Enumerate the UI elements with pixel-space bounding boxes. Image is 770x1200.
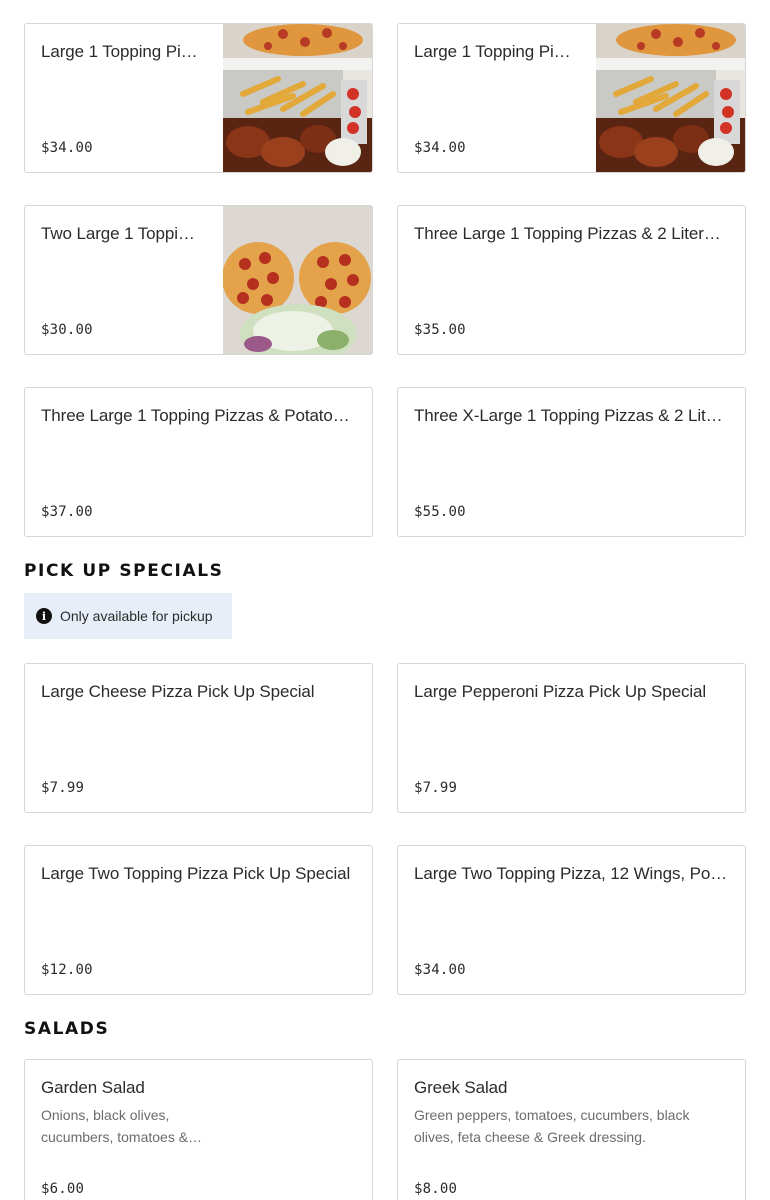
notice-text: Only available for pickup [60,608,213,624]
section-heading-salads: SALADS [24,1019,110,1039]
card-body: Two Large 1 Topping… [41,222,204,338]
item-price: $34.00 [414,140,466,156]
salads-grid: Garden Salad Onions, black olives, cucum… [24,1059,746,1200]
pizza-fries-wings-photo [223,24,372,172]
card-body: Large 1 Topping Pizz… [414,40,577,156]
section-heading-pickup-specials: PICK UP SPECIALS [24,561,224,581]
menu-item-card[interactable]: Greek Salad Green peppers, tomatoes, cuc… [397,1059,746,1200]
item-title: Greek Salad [414,1078,508,1097]
menu-item-card[interactable]: Large Cheese Pizza Pick Up Special $7.99 [24,663,373,813]
item-title: Two Large 1 Topping… [41,224,204,243]
item-price: $30.00 [41,322,93,338]
item-price: $34.00 [414,962,466,978]
card-body: Large Cheese Pizza Pick Up Special [41,680,356,796]
item-title: Large Two Topping Pizza, 12 Wings, Potat… [414,864,729,883]
combos-grid: Large 1 Topping Pizz… $34.00 Large 1 Top… [24,23,746,537]
item-title: Three X-Large 1 Topping Pizzas & 2 Liter… [414,406,729,425]
menu-item-card[interactable]: Three X-Large 1 Topping Pizzas & 2 Liter… [397,387,746,537]
item-price: $6.00 [41,1181,85,1197]
item-title: Large Two Topping Pizza Pick Up Special [41,864,351,883]
item-title: Three Large 1 Topping Pizzas & Potato… [41,406,350,425]
item-price: $12.00 [41,962,93,978]
menu-item-card[interactable]: Three Large 1 Topping Pizzas & 2 Liter… … [397,205,746,355]
menu-item-card[interactable]: Two Large 1 Topping… $30.00 [24,205,373,355]
menu-item-card[interactable]: Large Two Topping Pizza Pick Up Special … [24,845,373,995]
info-icon: i [36,608,52,624]
card-body: Three X-Large 1 Topping Pizzas & 2 Liter… [414,404,729,520]
item-price: $55.00 [414,504,466,520]
card-body: Large Two Topping Pizza, 12 Wings, Potat… [414,862,729,978]
card-body: Greek Salad Green peppers, tomatoes, cuc… [414,1076,709,1200]
menu-item-card[interactable]: Three Large 1 Topping Pizzas & Potato… $… [24,387,373,537]
menu-item-card[interactable]: Large 1 Topping Pizz… $34.00 [24,23,373,173]
item-price: $8.00 [414,1181,458,1197]
card-body: Large Two Topping Pizza Pick Up Special [41,862,356,978]
pizza-fries-wings-photo [596,24,745,172]
item-title: Garden Salad [41,1078,145,1097]
menu-item-card[interactable]: Large Pepperoni Pizza Pick Up Special $7… [397,663,746,813]
item-price: $35.00 [414,322,466,338]
item-price: $37.00 [41,504,93,520]
menu-item-card[interactable]: Garden Salad Onions, black olives, cucum… [24,1059,373,1200]
menu-item-card[interactable]: Large 1 Topping Pizz… $34.00 [397,23,746,173]
card-body: Three Large 1 Topping Pizzas & 2 Liter… [414,222,729,338]
item-price: $7.99 [41,780,85,796]
card-body: Large Pepperoni Pizza Pick Up Special [414,680,729,796]
card-body: Three Large 1 Topping Pizzas & Potato… [41,404,356,520]
pickup-only-notice: i Only available for pickup [24,593,232,639]
item-title: Three Large 1 Topping Pizzas & 2 Liter… [414,224,721,243]
card-body: Large 1 Topping Pizz… [41,40,204,156]
item-title: Large 1 Topping Pizz… [414,42,577,61]
pickup-specials-grid: Large Cheese Pizza Pick Up Special $7.99… [24,663,746,995]
item-price: $7.99 [414,780,458,796]
item-title: Large 1 Topping Pizz… [41,42,204,61]
item-description: Onions, black olives, cucumbers, tomatoe… [41,1107,203,1145]
item-title: Large Cheese Pizza Pick Up Special [41,682,315,701]
item-title: Large Pepperoni Pizza Pick Up Special [414,682,707,701]
two-pizzas-salad-photo [223,206,372,354]
item-description: Green peppers, tomatoes, cucumbers, blac… [414,1107,690,1145]
menu-item-card[interactable]: Large Two Topping Pizza, 12 Wings, Potat… [397,845,746,995]
item-price: $34.00 [41,140,93,156]
